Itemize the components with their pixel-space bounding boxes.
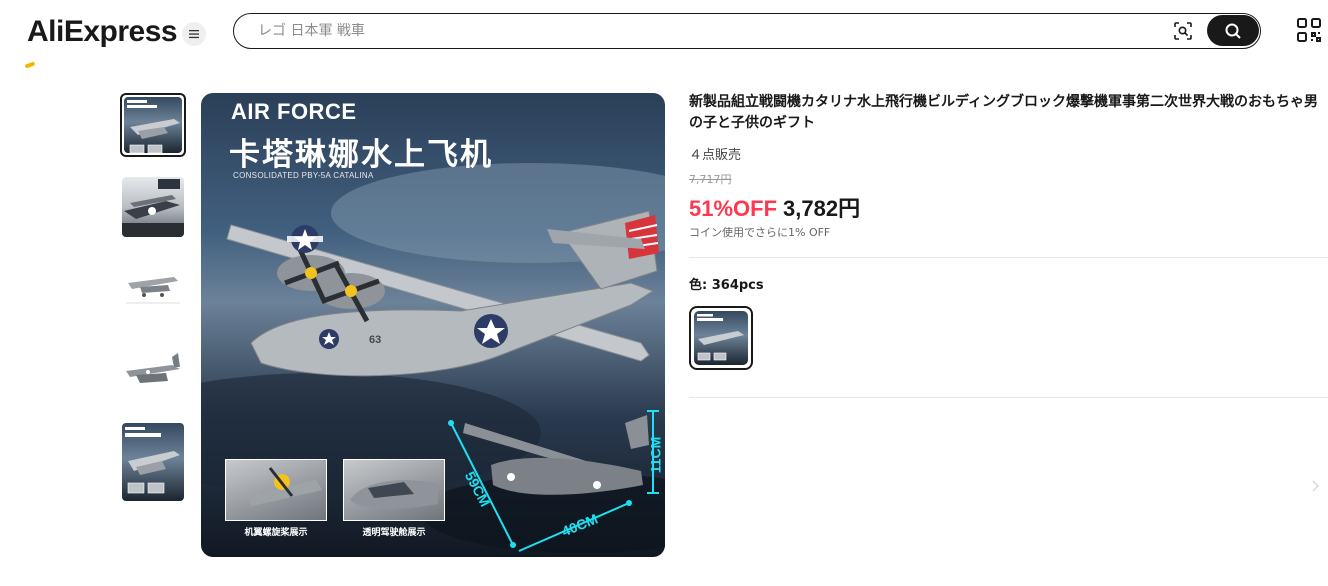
thumbnail-2[interactable] (120, 175, 186, 239)
header: AliExpress (0, 0, 1328, 64)
product-title: 新製品組立戦闘機カタリナ水上飛行機ビルディングブロック爆撃機軍事第二次世界大戦の… (689, 94, 1319, 131)
divider (689, 257, 1328, 258)
thumbnail-5[interactable] (120, 421, 186, 503)
price-row: 51%OFF 3,782円 (689, 191, 860, 223)
thumbnail-1[interactable] (120, 93, 186, 157)
search-bar (233, 13, 1261, 49)
color-label: 色: 364pcs (689, 278, 764, 293)
search-input[interactable] (258, 20, 1158, 42)
aliexpress-logo[interactable]: AliExpress (27, 14, 178, 50)
inset-propeller-detail (225, 459, 327, 521)
sold-count: ４点販売 (689, 148, 742, 163)
coin-discount-note: コイン使用でさらに1% OFF (689, 226, 831, 239)
thumbnail-4[interactable] (120, 343, 186, 407)
main-product-image[interactable]: 63 AIR FORCE 卡塔琳娜水上飞机 CONSOLIDATED PBY-5… (201, 93, 665, 557)
divider (689, 397, 1328, 398)
discount-badge: 51%OFF (689, 196, 778, 221)
inset-cockpit-detail (343, 459, 445, 521)
search-button[interactable] (1207, 15, 1259, 46)
original-price: 7,717円 (689, 173, 732, 186)
dimension-height: 11CM (647, 436, 664, 474)
thumbnail-3[interactable] (120, 261, 186, 325)
color-swatch-364pcs[interactable] (689, 306, 753, 370)
inset-right-caption: 透明驾驶舱展示 (362, 528, 426, 538)
image-chinese-title: 卡塔琳娜水上飞机 (229, 137, 493, 173)
inset-left-caption: 机翼螺旋桨展示 (244, 528, 308, 538)
hamburger-icon[interactable] (182, 22, 206, 46)
logo-text: AliExpress (27, 15, 178, 48)
chevron-right-icon[interactable] (1308, 478, 1324, 494)
search-icon (1225, 23, 1241, 39)
qr-code-icon[interactable] (1296, 17, 1322, 43)
image-heading: AIR FORCE (231, 99, 357, 124)
camera-search-icon[interactable] (1172, 20, 1194, 42)
hull-number: 63 (369, 334, 381, 346)
image-subtitle: CONSOLIDATED PBY-5A CATALINA (233, 171, 374, 180)
product-info: 新製品組立戦闘機カタリナ水上飛行機ビルディングブロック爆撃機軍事第二次世界大戦の… (689, 92, 1328, 398)
current-price: 3,782円 (783, 196, 861, 221)
